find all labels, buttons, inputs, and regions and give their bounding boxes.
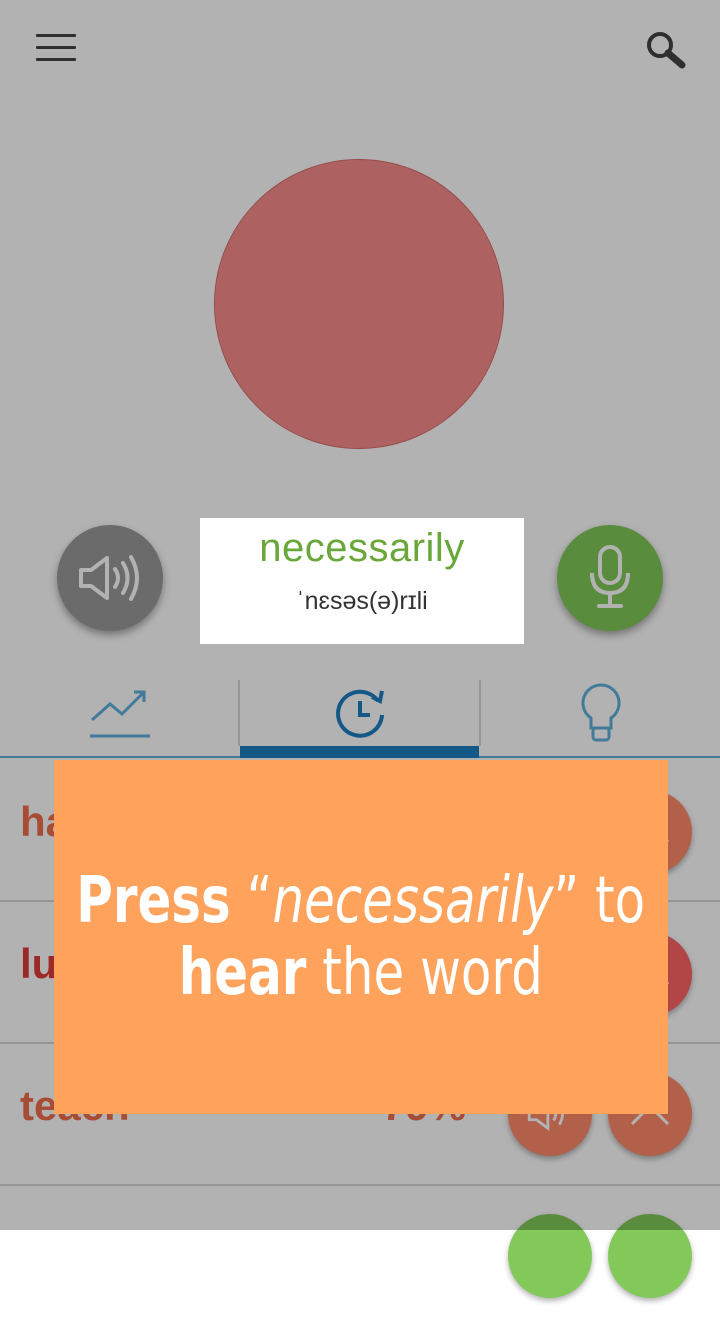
word-text: necessarily (259, 526, 465, 570)
tooltip-text: Press “necessarily” to hear the word (77, 865, 646, 1009)
tooltip-word: necessarily (272, 864, 554, 938)
tooltip-open-quote: “ (246, 864, 273, 938)
word-card[interactable]: necessarily ˈnɛsəs(ə)rɪli (200, 518, 524, 644)
tooltip-close-quote: ” (553, 864, 580, 938)
phonetic-text: ˈnɛsəs(ə)rɪli (296, 587, 428, 615)
tooltip-hear: hear (178, 936, 307, 1010)
tooltip-rest: the word (322, 936, 544, 1010)
tutorial-tooltip[interactable]: Press “necessarily” to hear the word (54, 760, 668, 1114)
tooltip-press: Press (76, 864, 231, 938)
tooltip-to: to (595, 864, 646, 938)
